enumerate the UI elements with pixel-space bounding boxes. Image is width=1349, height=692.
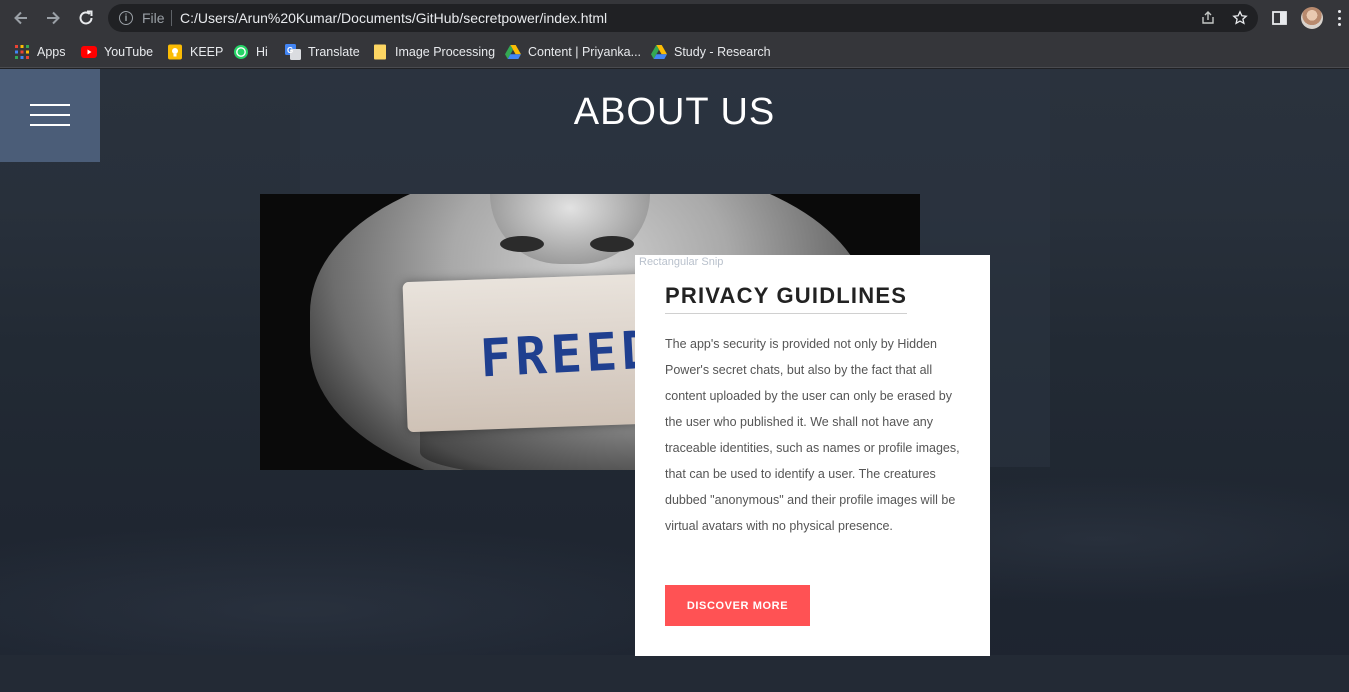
bookmark-whatsapp[interactable]: Hi (233, 42, 268, 62)
bookmark-translate[interactable]: G Translate (285, 42, 360, 62)
share-icon[interactable] (1200, 10, 1216, 26)
folder-icon (372, 44, 388, 60)
bookmark-label: Apps (37, 45, 66, 59)
bookmark-content-priyanka[interactable]: Content | Priyanka... (505, 42, 641, 62)
translate-icon: G (285, 44, 301, 60)
page-title: ABOUT US (573, 91, 776, 133)
address-bar[interactable]: i File C:/Users/Arun%20Kumar/Documents/G… (108, 4, 1258, 32)
bookmark-image-processing[interactable]: Image Processing (372, 42, 495, 62)
reload-icon[interactable] (75, 7, 97, 29)
bookmark-label: Content | Priyanka... (528, 45, 642, 59)
bookmark-apps[interactable]: Apps (14, 42, 66, 62)
keep-icon (167, 44, 183, 60)
svg-text:G: G (287, 46, 293, 55)
bookmark-youtube[interactable]: YouTube (81, 42, 153, 62)
bookmark-label: Translate (308, 45, 360, 59)
youtube-icon (81, 44, 97, 60)
forward-arrow-icon[interactable] (42, 7, 64, 29)
bookmarks-bar: Apps YouTube KEEP Hi G Translate Image P… (0, 36, 1349, 68)
browser-menu-icon[interactable] (1338, 10, 1342, 26)
scheme-label: File (142, 10, 165, 26)
rectangular-snip-overlay: Rectangular Snip (635, 255, 780, 273)
page-footer-strip (0, 655, 1349, 692)
discover-more-button[interactable]: DISCOVER MORE (665, 585, 810, 626)
bookmark-keep[interactable]: KEEP (167, 42, 223, 62)
google-drive-icon (651, 44, 667, 60)
page-viewport: ABOUT US FREEDO PRIVACY GUIDLINES The ap… (0, 69, 1349, 692)
info-icon[interactable]: i (119, 11, 133, 25)
nostril-shape (590, 236, 634, 252)
scheme-divider (171, 10, 172, 26)
nostril-shape (500, 236, 544, 252)
bookmark-label: Hi (256, 45, 268, 59)
apps-grid-icon (14, 44, 30, 60)
bookmark-label: Study - Research (674, 45, 771, 59)
card-title: PRIVACY GUIDLINES (665, 283, 908, 314)
browser-toolbar: i File C:/Users/Arun%20Kumar/Documents/G… (0, 0, 1349, 36)
privacy-card: PRIVACY GUIDLINES The app's security is … (635, 255, 990, 656)
url-text[interactable]: C:/Users/Arun%20Kumar/Documents/GitHub/s… (180, 10, 607, 26)
bookmark-star-icon[interactable] (1232, 10, 1248, 26)
google-drive-icon (505, 44, 521, 60)
side-panel-icon[interactable] (1270, 8, 1290, 28)
whatsapp-icon (233, 44, 249, 60)
profile-avatar[interactable] (1301, 7, 1323, 29)
card-body: The app's security is provided not only … (665, 337, 960, 533)
bookmark-label: Image Processing (395, 45, 496, 59)
bookmark-label: YouTube (104, 45, 154, 59)
back-arrow-icon[interactable] (10, 7, 32, 29)
bookmark-label: KEEP (190, 45, 224, 59)
bookmark-study-research[interactable]: Study - Research (651, 42, 771, 62)
